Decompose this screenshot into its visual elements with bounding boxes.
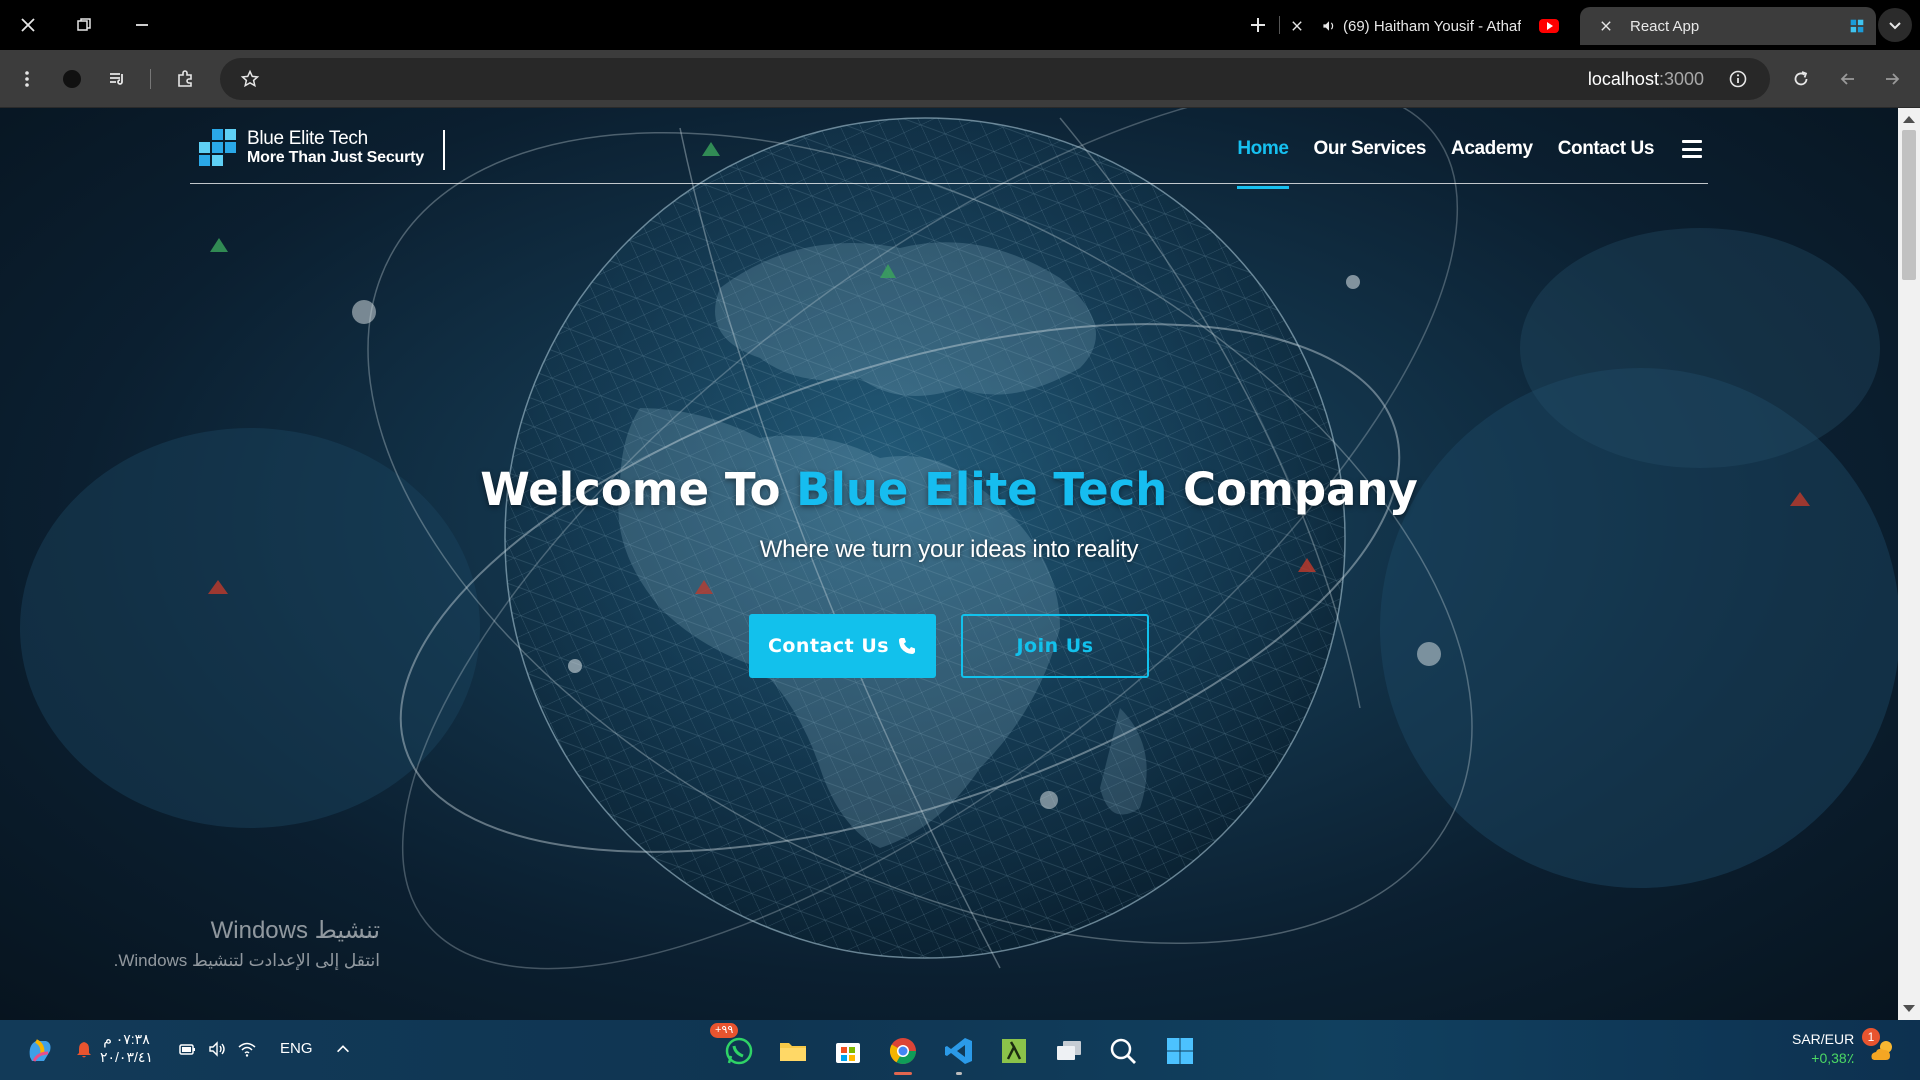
scrollbar-thumb[interactable] <box>1902 130 1916 280</box>
browser-toolbar: localhost:3000 <box>0 50 1920 108</box>
open-app-indicator <box>956 1072 962 1075</box>
active-app-indicator <box>894 1072 912 1075</box>
page-viewport: Blue Elite Tech More Than Just Securty H… <box>0 108 1898 1020</box>
minimize-window-icon[interactable] <box>124 8 160 42</box>
whatsapp-badge: +٩٩ <box>710 1023 739 1038</box>
tab-react-app[interactable]: React App <box>1580 7 1876 45</box>
brand-text: Blue Elite Tech More Than Just Securty <box>247 129 424 167</box>
tab-title: React App <box>1630 17 1700 35</box>
notification-count-badge: 1 <box>1862 1028 1880 1046</box>
windows-start-icon[interactable] <box>1161 1033 1199 1069</box>
hero-title-post: Company <box>1167 463 1418 516</box>
hero-title-accent: Blue Elite Tech <box>796 463 1168 516</box>
volume-icon[interactable] <box>206 1038 228 1060</box>
restore-window-icon[interactable] <box>66 8 102 42</box>
scroll-up-arrow-icon[interactable] <box>1903 116 1915 123</box>
back-arrow-icon[interactable] <box>1830 61 1866 97</box>
microsoft-store-icon[interactable] <box>829 1033 867 1069</box>
hero-globe-background <box>20 108 1898 970</box>
ticker-pair: SAR/EUR <box>1792 1031 1855 1047</box>
page-scrollbar[interactable] <box>1898 108 1920 1020</box>
hero-subtitle: Where we turn your ideas into reality <box>759 536 1139 563</box>
site-info-icon[interactable] <box>1720 61 1756 97</box>
language-indicator[interactable]: ENG <box>280 1040 313 1057</box>
close-tab-icon[interactable] <box>1594 14 1618 38</box>
contact-us-label: Contact Us <box>767 635 890 657</box>
new-tab-icon[interactable] <box>1240 8 1276 42</box>
phone-icon <box>899 638 916 654</box>
join-us-label: Join Us <box>1016 635 1094 657</box>
tab-youtube[interactable]: (69) Haitham Yousif - Athaf <box>1285 7 1600 45</box>
site-header: Blue Elite Tech More Than Just Securty H… <box>190 108 1708 189</box>
close-tab-icon[interactable] <box>1285 14 1309 38</box>
copilot-icon[interactable] <box>22 1034 58 1068</box>
hero-title: Welcome To Blue Elite Tech Company <box>0 463 1898 516</box>
vscode-icon[interactable] <box>940 1033 978 1075</box>
brand-tagline: More Than Just Securty <box>247 149 424 166</box>
whatsapp-icon[interactable]: +٩٩ <box>710 1023 758 1069</box>
brand-name: Blue Elite Tech <box>247 128 368 149</box>
system-clock[interactable]: ٠٧:٣٨ م ٢٠/٠٣/٤١ <box>100 1030 153 1066</box>
url-host: localhost <box>1587 69 1659 89</box>
windows-taskbar: ٠٧:٣٨ م ٢٠/٠٣/٤١ ENG +٩٩ SAR/EUR +0,38٪ <box>0 1020 1920 1080</box>
youtube-icon <box>1539 19 1560 33</box>
close-window-icon[interactable] <box>10 8 46 42</box>
nav-home[interactable]: Home <box>1237 138 1289 189</box>
forward-arrow-icon[interactable] <box>1874 61 1910 97</box>
market-ticker-widget[interactable]: SAR/EUR +0,38٪ <box>1792 1030 1854 1068</box>
nav-contact-us[interactable]: Contact Us <box>1558 138 1655 188</box>
hamburger-menu-icon[interactable] <box>1682 140 1702 158</box>
tab-separator <box>1279 16 1280 34</box>
reload-icon[interactable] <box>1783 61 1819 97</box>
react-icon <box>1850 19 1864 33</box>
extensions-icon[interactable] <box>167 61 203 97</box>
browser-tab-strip: (69) Haitham Yousif - Athaf React App <box>0 0 1920 50</box>
url-text[interactable]: localhost:3000 <box>1588 69 1704 90</box>
main-nav: Home Our Services Academy Contact Us <box>1212 138 1702 189</box>
scroll-down-arrow-icon[interactable] <box>1903 1005 1915 1012</box>
battery-icon[interactable] <box>176 1038 198 1060</box>
lambda-app-icon[interactable] <box>995 1033 1033 1069</box>
profile-avatar-icon[interactable] <box>54 61 90 97</box>
activation-title: تنشيط Windows <box>210 917 380 944</box>
address-bar[interactable]: localhost:3000 <box>220 58 1770 100</box>
file-explorer-icon[interactable] <box>774 1033 812 1069</box>
tab-search-icon[interactable] <box>1878 8 1912 42</box>
brand-logo-icon <box>199 129 236 166</box>
screen: (69) Haitham Yousif - Athaf React App lo… <box>0 0 1920 1080</box>
ticker-change: +0,38٪ <box>1811 1050 1855 1066</box>
media-controls-icon[interactable] <box>99 61 135 97</box>
nav-our-services[interactable]: Our Services <box>1314 138 1427 188</box>
join-us-button[interactable]: Join Us <box>961 614 1149 678</box>
chrome-icon[interactable] <box>884 1033 922 1075</box>
hero-title-pre: Welcome To <box>480 463 797 516</box>
wifi-icon[interactable] <box>236 1038 258 1060</box>
bookmark-star-icon[interactable] <box>232 61 268 97</box>
task-view-icon[interactable] <box>1050 1033 1088 1069</box>
brand[interactable]: Blue Elite Tech More Than Just Securty <box>198 128 424 168</box>
audio-playing-icon[interactable] <box>1321 18 1337 34</box>
tab-title: (69) Haitham Yousif - Athaf <box>1343 17 1522 35</box>
activation-subtitle: انتقل إلى الإعدادت لتنشيط Windows. <box>113 951 380 970</box>
clock-date: ٢٠/٠٣/٤١ <box>100 1049 153 1065</box>
url-port: :3000 <box>1658 69 1704 89</box>
more-menu-icon[interactable] <box>9 61 45 97</box>
contact-us-button[interactable]: Contact Us <box>749 614 936 678</box>
chevron-up-icon[interactable] <box>332 1038 354 1060</box>
brand-divider <box>443 130 445 170</box>
clock-time: ٠٧:٣٨ م <box>103 1031 150 1047</box>
notification-bell-icon[interactable] <box>72 1038 96 1062</box>
nav-academy[interactable]: Academy <box>1451 138 1533 188</box>
windows-activation-watermark: تنشيط Windows انتقل إلى الإعدادت لتنشيط … <box>0 916 380 971</box>
search-icon[interactable] <box>1104 1033 1142 1069</box>
toolbar-separator <box>150 69 151 89</box>
